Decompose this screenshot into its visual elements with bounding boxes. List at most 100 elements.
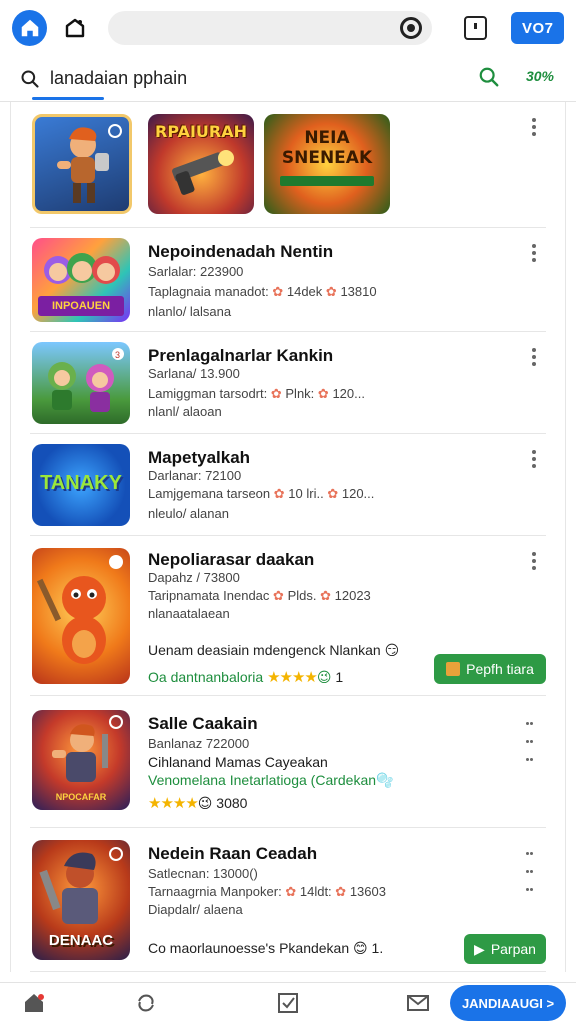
- app-meta-2: Taripnamata Inendac ✿ Plds. ✿ 12023: [148, 588, 371, 603]
- url-bar[interactable]: [108, 11, 433, 45]
- green-search-icon[interactable]: [478, 66, 500, 88]
- app-meta-3: Venomelana Inetarlatioga (Cardekan🫧: [148, 772, 394, 788]
- app-row[interactable]: TANAKY Mapetyalkah Darlanar: 72100 Lamjg…: [30, 434, 546, 536]
- app-mini-icon: [446, 662, 461, 676]
- star-rating-icon: ★★★★: [148, 795, 199, 812]
- characters-icon: 3: [48, 348, 124, 412]
- play-icon: ▶: [474, 940, 485, 957]
- app-meta-2: Tarnaagrnia Manpoker: ✿ 14ldt: ✿ 13603: [148, 884, 386, 899]
- more-options-icon[interactable]: [526, 844, 536, 898]
- top-bar: VO7: [0, 0, 576, 56]
- featured-tile-1[interactable]: [32, 114, 132, 214]
- flower-icon: ✿: [327, 486, 339, 501]
- flower-icon: ✿: [320, 588, 332, 603]
- featured-tile-2[interactable]: RPAIURAH: [148, 114, 254, 214]
- flower-icon: ✿: [273, 588, 284, 603]
- app-meta-1: Sarlana/ 13.900: [148, 366, 240, 381]
- app-title[interactable]: Nepoliarasar daakan: [148, 550, 314, 570]
- app-row[interactable]: Nepoliarasar daakan Dapahz / 73800 Tarip…: [30, 536, 546, 696]
- flower-icon: ✿: [270, 386, 282, 401]
- blaster-icon: [172, 150, 234, 195]
- app-meta-3: Diapdalr/ alaena: [148, 902, 243, 917]
- app-thumbnail[interactable]: TANAKY: [32, 444, 130, 526]
- flower-icon: ✿: [317, 386, 329, 401]
- app-row[interactable]: 3 Prenlagalnarlar Kankin Sarlana/ 13.900…: [30, 332, 546, 434]
- app-thumbnail[interactable]: [32, 548, 130, 684]
- thumbnail-caption: DENAAC: [48, 932, 114, 949]
- app-row[interactable]: INPOAUEN Nepoindenadah Nentin Sarlalar: …: [30, 228, 546, 332]
- bottom-nav: JANDIAAUGI >: [0, 982, 576, 1024]
- featured-tile-3[interactable]: NEIA SNENEAK: [264, 114, 390, 214]
- flower-icon: ✿: [335, 884, 347, 899]
- action-button[interactable]: VO7: [511, 12, 564, 44]
- app-thumbnail[interactable]: NPOCAFAR: [32, 710, 130, 810]
- app-meta-1: Darlanar: 72100: [148, 468, 242, 483]
- app-title[interactable]: Prenlagalnarlar Kankin: [148, 346, 333, 366]
- app-action-button[interactable]: ▶ Parpan: [464, 934, 546, 964]
- app-meta-2: Taplagnaia manadot: ✿ 14dek ✿ 13810: [148, 284, 377, 299]
- app-thumbnail[interactable]: 3: [32, 342, 130, 424]
- app-title[interactable]: Mapetyalkah: [148, 448, 250, 468]
- featured-row: RPAIURAH NEIA SNENEAK: [30, 102, 546, 228]
- search-tab-indicator: [32, 97, 104, 100]
- camera-icon[interactable]: [400, 17, 423, 39]
- flower-icon: ✿: [285, 884, 297, 899]
- app-meta-3: nlanl/ alaoan: [148, 404, 222, 419]
- app-title[interactable]: Nepoindenadah Nentin: [148, 242, 333, 262]
- featured-tile-3-title: NEIA SNENEAK: [281, 128, 373, 168]
- dragon-character-icon: [36, 555, 123, 664]
- thumbnail-caption: TANAKY: [40, 472, 122, 494]
- emoji-icon: 😊: [353, 940, 368, 956]
- search-icon: [21, 70, 39, 88]
- home-outline-icon: [65, 18, 84, 38]
- smile-emoji-icon: 😏: [384, 642, 400, 658]
- app-thumbnail[interactable]: DENAAC: [32, 840, 130, 960]
- star-rating-icon: ★★★★: [267, 669, 318, 686]
- refresh-nav-icon[interactable]: [134, 991, 158, 1015]
- app-meta-1: Dapahz / 73800: [148, 570, 240, 585]
- app-title[interactable]: Salle Caakain: [148, 714, 258, 734]
- app-meta-3: nlanaatalaean: [148, 606, 230, 621]
- percent-value: 30%: [525, 68, 554, 84]
- more-options-icon[interactable]: [532, 118, 536, 139]
- app-meta-3: nlanlo/ lalsana: [148, 304, 232, 319]
- app-title[interactable]: Nedein Raan Ceadah: [148, 844, 317, 864]
- svg-text:3: 3: [115, 350, 120, 360]
- flower-icon: ✿: [273, 486, 285, 501]
- home-nav-icon[interactable]: [22, 991, 46, 1015]
- app-meta-2: Cihlanand Mamas Cayeakan: [148, 754, 328, 770]
- thumbnail-caption: INPOAUEN: [51, 300, 111, 312]
- more-options-icon[interactable]: [526, 714, 536, 768]
- app-meta-1: Sarlalar: 223900: [148, 264, 244, 279]
- menu-button[interactable]: [57, 10, 92, 46]
- more-options-icon[interactable]: [532, 348, 536, 369]
- app-meta-1: Banlanaz 722000: [148, 736, 250, 751]
- bubbles-emoji-icon: 🫧: [376, 772, 394, 788]
- app-action-button[interactable]: Pepfh tiara: [434, 654, 546, 684]
- more-options-icon[interactable]: [532, 244, 536, 265]
- featured-tile-3-banner: [280, 176, 374, 186]
- app-rating: ★★★★😉 3080: [148, 795, 248, 812]
- app-green-note: Oa dantnanbaloria ★★★★😉 1: [148, 669, 344, 686]
- app-meta-2: Lamiggman tarsodrt: ✿ Plnk: ✿ 120...: [148, 386, 365, 401]
- app-meta-3: nleulo/ alanan: [148, 506, 229, 521]
- mail-nav-icon[interactable]: [406, 991, 430, 1015]
- app-thumbnail[interactable]: INPOAUEN: [32, 238, 130, 322]
- home-icon: [21, 19, 38, 37]
- more-options-icon[interactable]: [532, 552, 536, 573]
- emoji-icon: 😉: [316, 669, 332, 685]
- thumbnail-caption: NPOCAFAR: [55, 792, 107, 802]
- tabs-button[interactable]: [464, 16, 488, 40]
- hero-character-icon: [57, 124, 122, 203]
- app-row[interactable]: DENAAC Nedein Raan Ceadah Satlecnan: 130…: [30, 828, 546, 972]
- app-row[interactable]: NPOCAFAR Salle Caakain Banlanaz 722000 C…: [30, 696, 546, 828]
- search-query[interactable]: lanadaian pphain: [50, 68, 187, 89]
- checkbox-nav-icon[interactable]: [276, 991, 300, 1015]
- flower-icon: ✿: [272, 284, 284, 299]
- home-button[interactable]: [12, 10, 48, 46]
- app-meta-1: Satlecnan: 13000(): [148, 866, 258, 881]
- app-note: Co maorlaunoesse's Pkandekan 😊 1.: [148, 940, 384, 956]
- more-options-icon[interactable]: [532, 450, 536, 471]
- cta-button[interactable]: JANDIAAUGI >: [450, 985, 566, 1021]
- flower-icon: ✿: [325, 284, 337, 299]
